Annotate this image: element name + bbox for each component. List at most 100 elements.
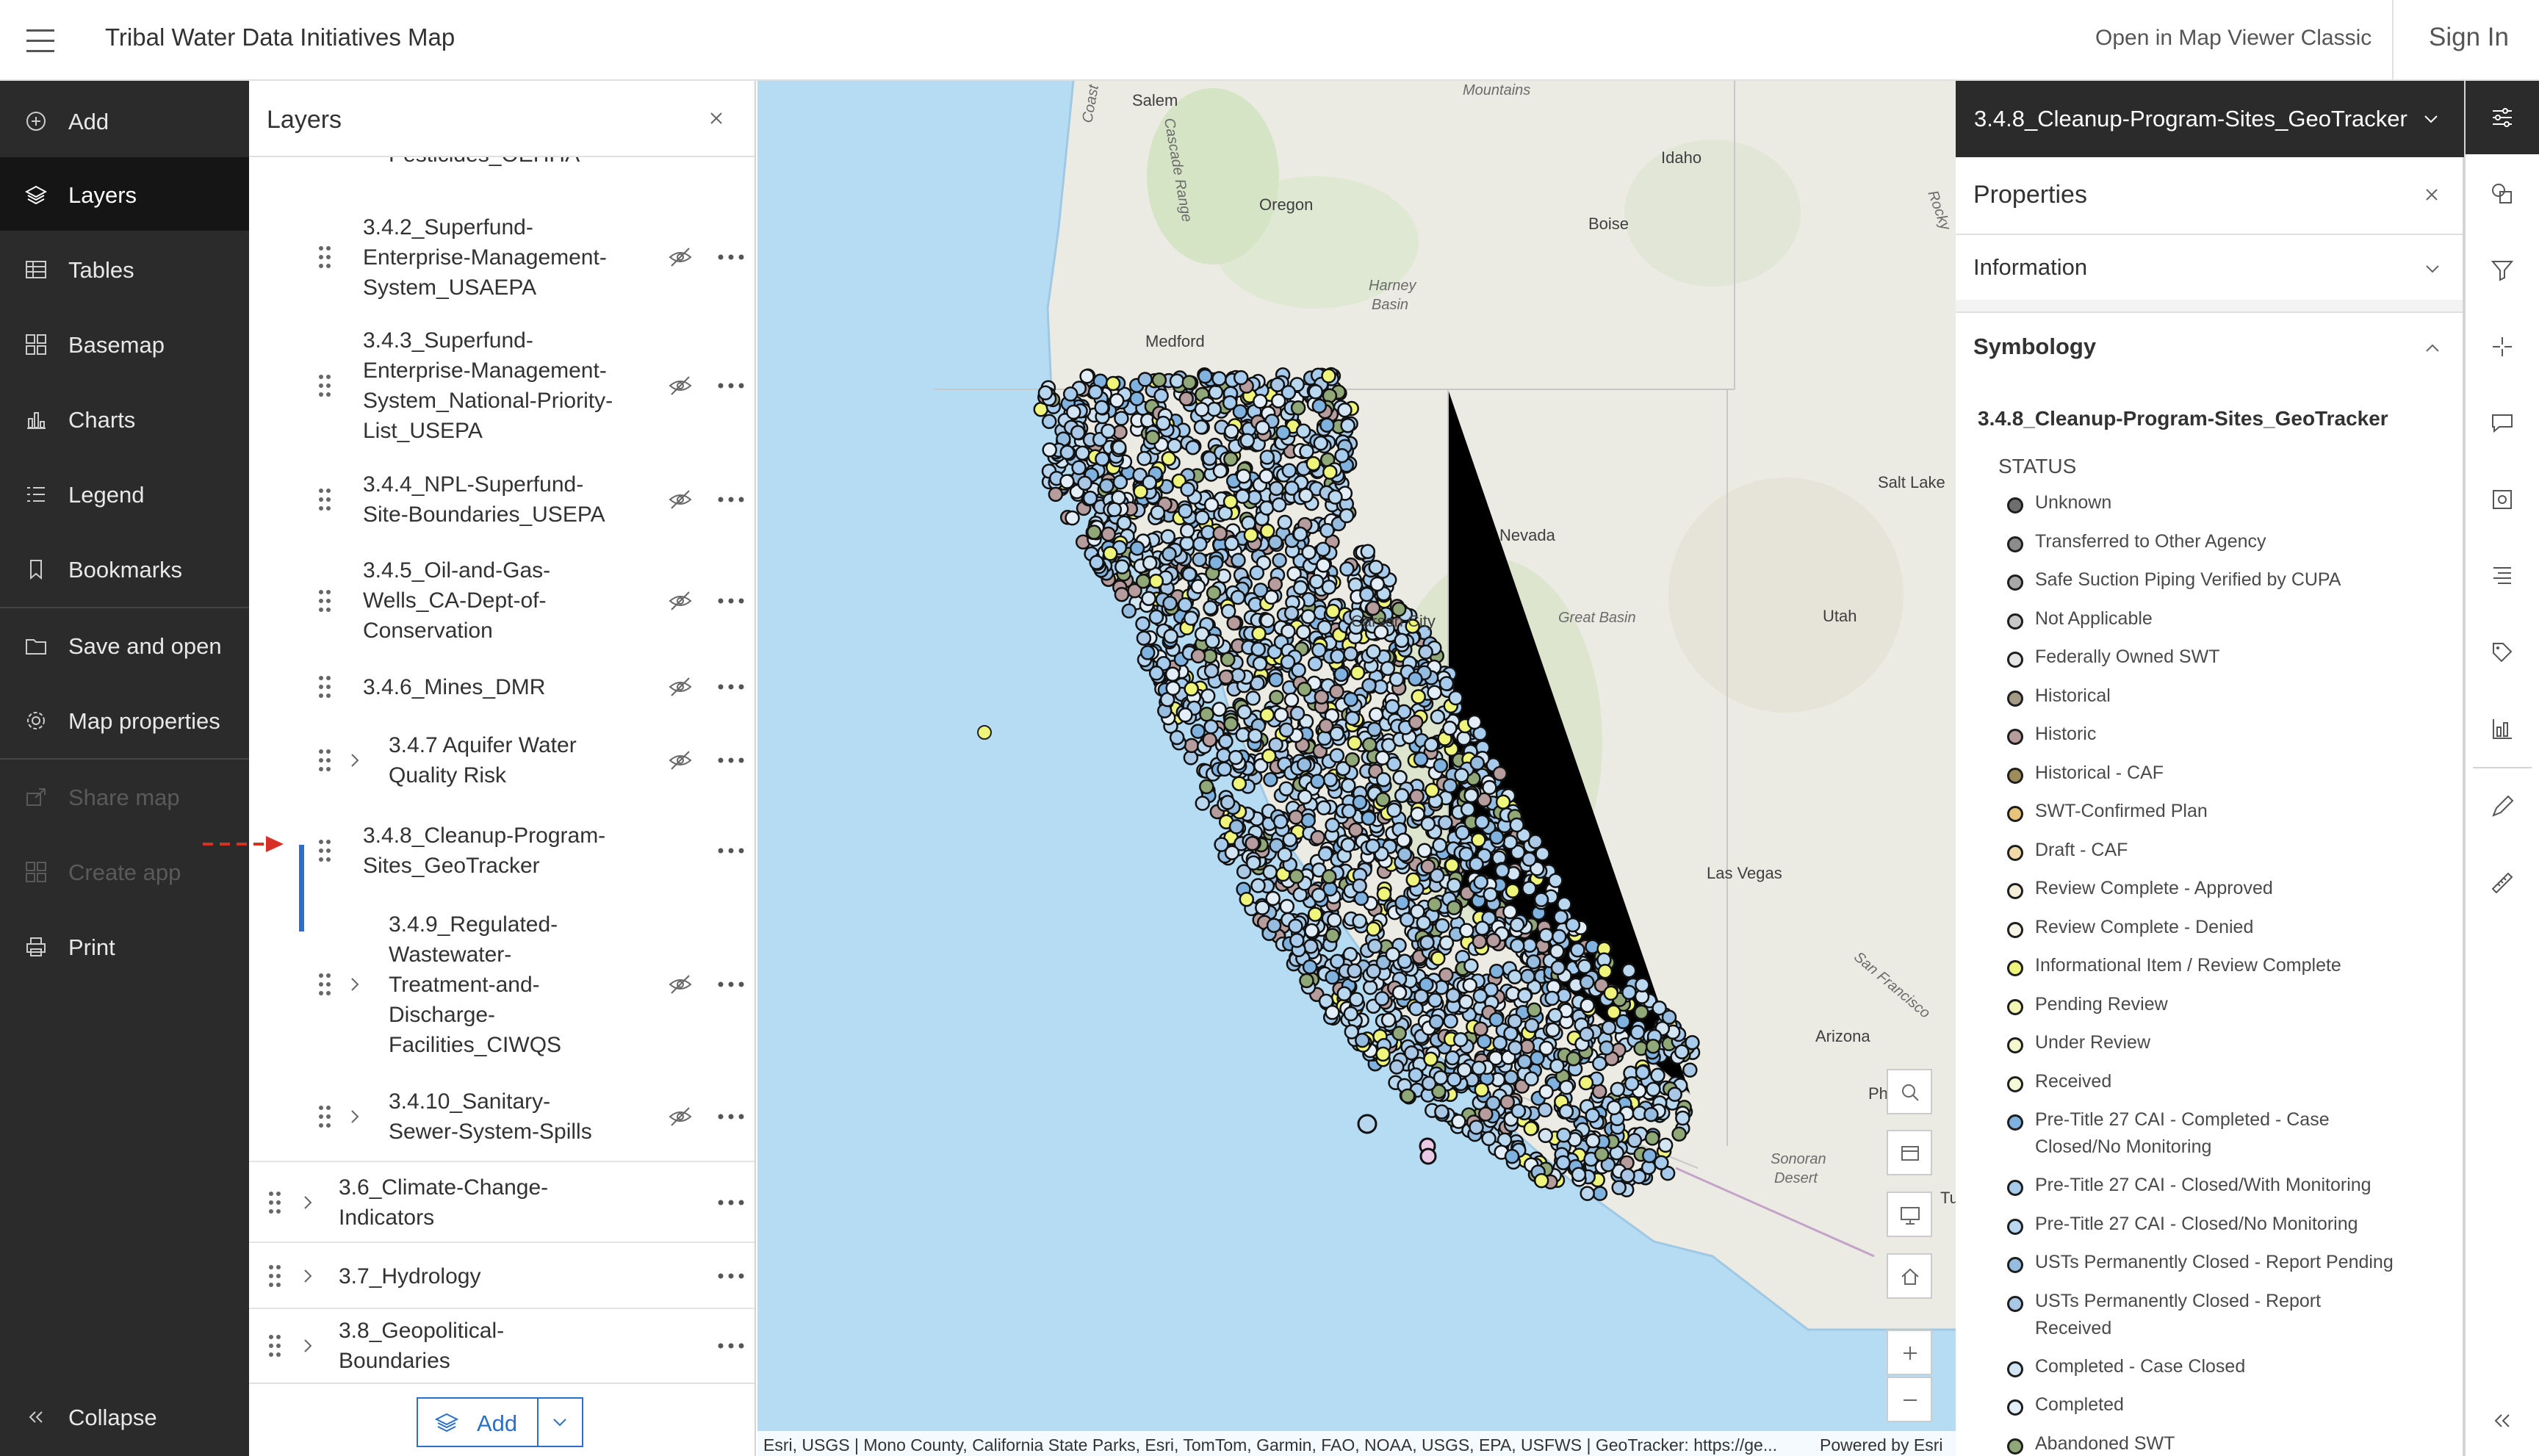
cleanup-site-point[interactable] — [1559, 1079, 1574, 1095]
nav-share-map[interactable]: Share map — [0, 760, 249, 833]
cleanup-site-point[interactable] — [1169, 373, 1185, 389]
layer-group-item[interactable]: 3.7_Hydrology — [249, 1241, 755, 1308]
cleanup-site-point[interactable] — [1597, 963, 1613, 979]
cleanup-site-point[interactable] — [1137, 372, 1153, 387]
cleanup-site-point[interactable] — [1350, 665, 1366, 680]
cleanup-site-point[interactable] — [1433, 757, 1449, 774]
drag-handle-icon[interactable] — [317, 588, 333, 614]
cleanup-site-point[interactable] — [1352, 878, 1367, 894]
cleanup-site-point[interactable] — [1231, 668, 1246, 683]
cleanup-site-point[interactable] — [1397, 846, 1413, 862]
more-options-icon[interactable] — [716, 253, 746, 262]
cleanup-site-point[interactable] — [1510, 938, 1525, 954]
cleanup-site-point[interactable] — [1591, 1084, 1607, 1099]
cleanup-site-point[interactable] — [1190, 579, 1206, 594]
cleanup-site-point[interactable] — [1220, 652, 1236, 668]
cleanup-site-point[interactable] — [1557, 896, 1572, 912]
cleanup-site-point[interactable] — [1250, 641, 1266, 657]
cleanup-site-point[interactable] — [1438, 967, 1454, 983]
cleanup-site-point[interactable] — [1645, 1039, 1661, 1054]
cleanup-site-point[interactable] — [1471, 832, 1486, 848]
cleanup-site-point[interactable] — [1516, 1053, 1533, 1070]
cleanup-site-point[interactable] — [1223, 716, 1239, 732]
cleanup-site-point[interactable] — [1340, 417, 1355, 433]
cleanup-site-point[interactable] — [1136, 630, 1152, 646]
nav-basemap[interactable]: Basemap — [0, 307, 249, 381]
cleanup-site-point[interactable] — [1556, 1128, 1571, 1143]
cleanup-site-point[interactable] — [1394, 895, 1410, 910]
powered-by-esri-link[interactable]: Powered by Esri — [1820, 1435, 1942, 1455]
cleanup-site-point[interactable] — [1592, 1056, 1607, 1071]
cleanup-site-point[interactable] — [1216, 747, 1231, 763]
cleanup-site-point[interactable] — [1153, 388, 1169, 403]
cleanup-site-point[interactable] — [1580, 1186, 1595, 1201]
cleanup-site-point[interactable] — [1361, 810, 1377, 826]
cleanup-site-point[interactable] — [1495, 794, 1511, 810]
cleanup-site-point[interactable] — [1325, 818, 1340, 833]
cleanup-site-point[interactable] — [1185, 439, 1200, 455]
nav-legend[interactable]: Legend — [0, 457, 249, 530]
cleanup-site-point[interactable] — [1466, 714, 1483, 730]
cleanup-site-point[interactable] — [1199, 779, 1214, 795]
cleanup-site-point[interactable] — [1685, 1034, 1700, 1050]
visibility-off-icon[interactable] — [668, 246, 693, 268]
cleanup-site-point[interactable] — [1599, 1040, 1615, 1056]
cleanup-site-point[interactable] — [1445, 987, 1461, 1003]
cleanup-site-point[interactable] — [1633, 1004, 1649, 1020]
cleanup-site-point[interactable] — [1245, 691, 1261, 706]
cleanup-site-point[interactable] — [1442, 778, 1458, 793]
cleanup-site-point[interactable] — [1311, 642, 1327, 658]
cleanup-site-point[interactable] — [1181, 566, 1198, 582]
more-options-icon[interactable] — [716, 846, 746, 855]
more-options-icon[interactable] — [716, 1341, 746, 1350]
labels-tool[interactable] — [2466, 539, 2539, 613]
cleanup-site-point[interactable] — [1420, 816, 1436, 832]
cleanup-site-point[interactable] — [1160, 529, 1176, 544]
cleanup-site-point[interactable] — [1385, 947, 1401, 962]
close-icon[interactable] — [2424, 187, 2440, 203]
cleanup-site-point[interactable] — [1317, 846, 1333, 862]
cleanup-site-point[interactable] — [1212, 525, 1228, 541]
cleanup-site-point[interactable] — [1366, 721, 1383, 738]
cleanup-site-point[interactable] — [1552, 929, 1567, 945]
cleanup-site-point[interactable] — [1585, 1108, 1600, 1123]
cleanup-site-point[interactable] — [1334, 447, 1350, 464]
cleanup-site-point[interactable] — [1375, 1046, 1391, 1062]
cleanup-site-point[interactable] — [1367, 938, 1383, 954]
cleanup-site-point[interactable] — [1419, 934, 1435, 951]
cleanup-site-point[interactable] — [1469, 857, 1484, 872]
cleanup-site-point[interactable] — [1283, 692, 1300, 708]
cleanup-site-point[interactable] — [1275, 425, 1291, 441]
cleanup-site-point[interactable] — [1339, 561, 1355, 577]
cleanup-site-point[interactable] — [1504, 1148, 1520, 1164]
cleanup-site-point[interactable] — [1444, 857, 1460, 873]
cleanup-site-point[interactable] — [1643, 1106, 1659, 1122]
cleanup-site-point[interactable] — [1161, 451, 1177, 466]
cleanup-site-point[interactable] — [1133, 483, 1148, 500]
cleanup-site-point[interactable] — [1454, 768, 1469, 783]
cleanup-site-point[interactable] — [1380, 660, 1396, 677]
drag-handle-icon[interactable] — [267, 1189, 283, 1216]
cleanup-site-point[interactable] — [1184, 738, 1200, 754]
layer-item[interactable]: 3.4.3_Superfund- Enterprise-Management- Sy… — [249, 316, 755, 455]
cleanup-site-point[interactable] — [1438, 935, 1455, 951]
cleanup-site-point[interactable] — [1397, 954, 1413, 969]
cleanup-site-point[interactable] — [1292, 526, 1308, 542]
cleanup-site-point[interactable] — [1310, 829, 1325, 846]
cleanup-site-point[interactable] — [1430, 951, 1446, 966]
cleanup-site-point[interactable] — [1469, 1120, 1484, 1135]
cleanup-site-point[interactable] — [1362, 979, 1378, 995]
cleanup-site-point[interactable] — [1538, 1084, 1554, 1100]
cleanup-site-point[interactable] — [1059, 474, 1075, 489]
cleanup-site-point[interactable] — [1492, 1035, 1508, 1050]
cleanup-site-point[interactable] — [1507, 1013, 1523, 1029]
cleanup-site-point[interactable] — [1289, 705, 1305, 721]
cleanup-site-point[interactable] — [1318, 718, 1334, 734]
cleanup-site-point[interactable] — [1193, 419, 1209, 435]
cleanup-site-point[interactable] — [1322, 869, 1337, 884]
cleanup-site-point[interactable] — [1139, 645, 1156, 660]
visibility-off-icon[interactable] — [668, 676, 693, 698]
cleanup-site-point[interactable] — [1305, 455, 1321, 472]
cleanup-site-point[interactable] — [1295, 423, 1311, 439]
cleanup-site-point[interactable] — [1408, 671, 1423, 687]
